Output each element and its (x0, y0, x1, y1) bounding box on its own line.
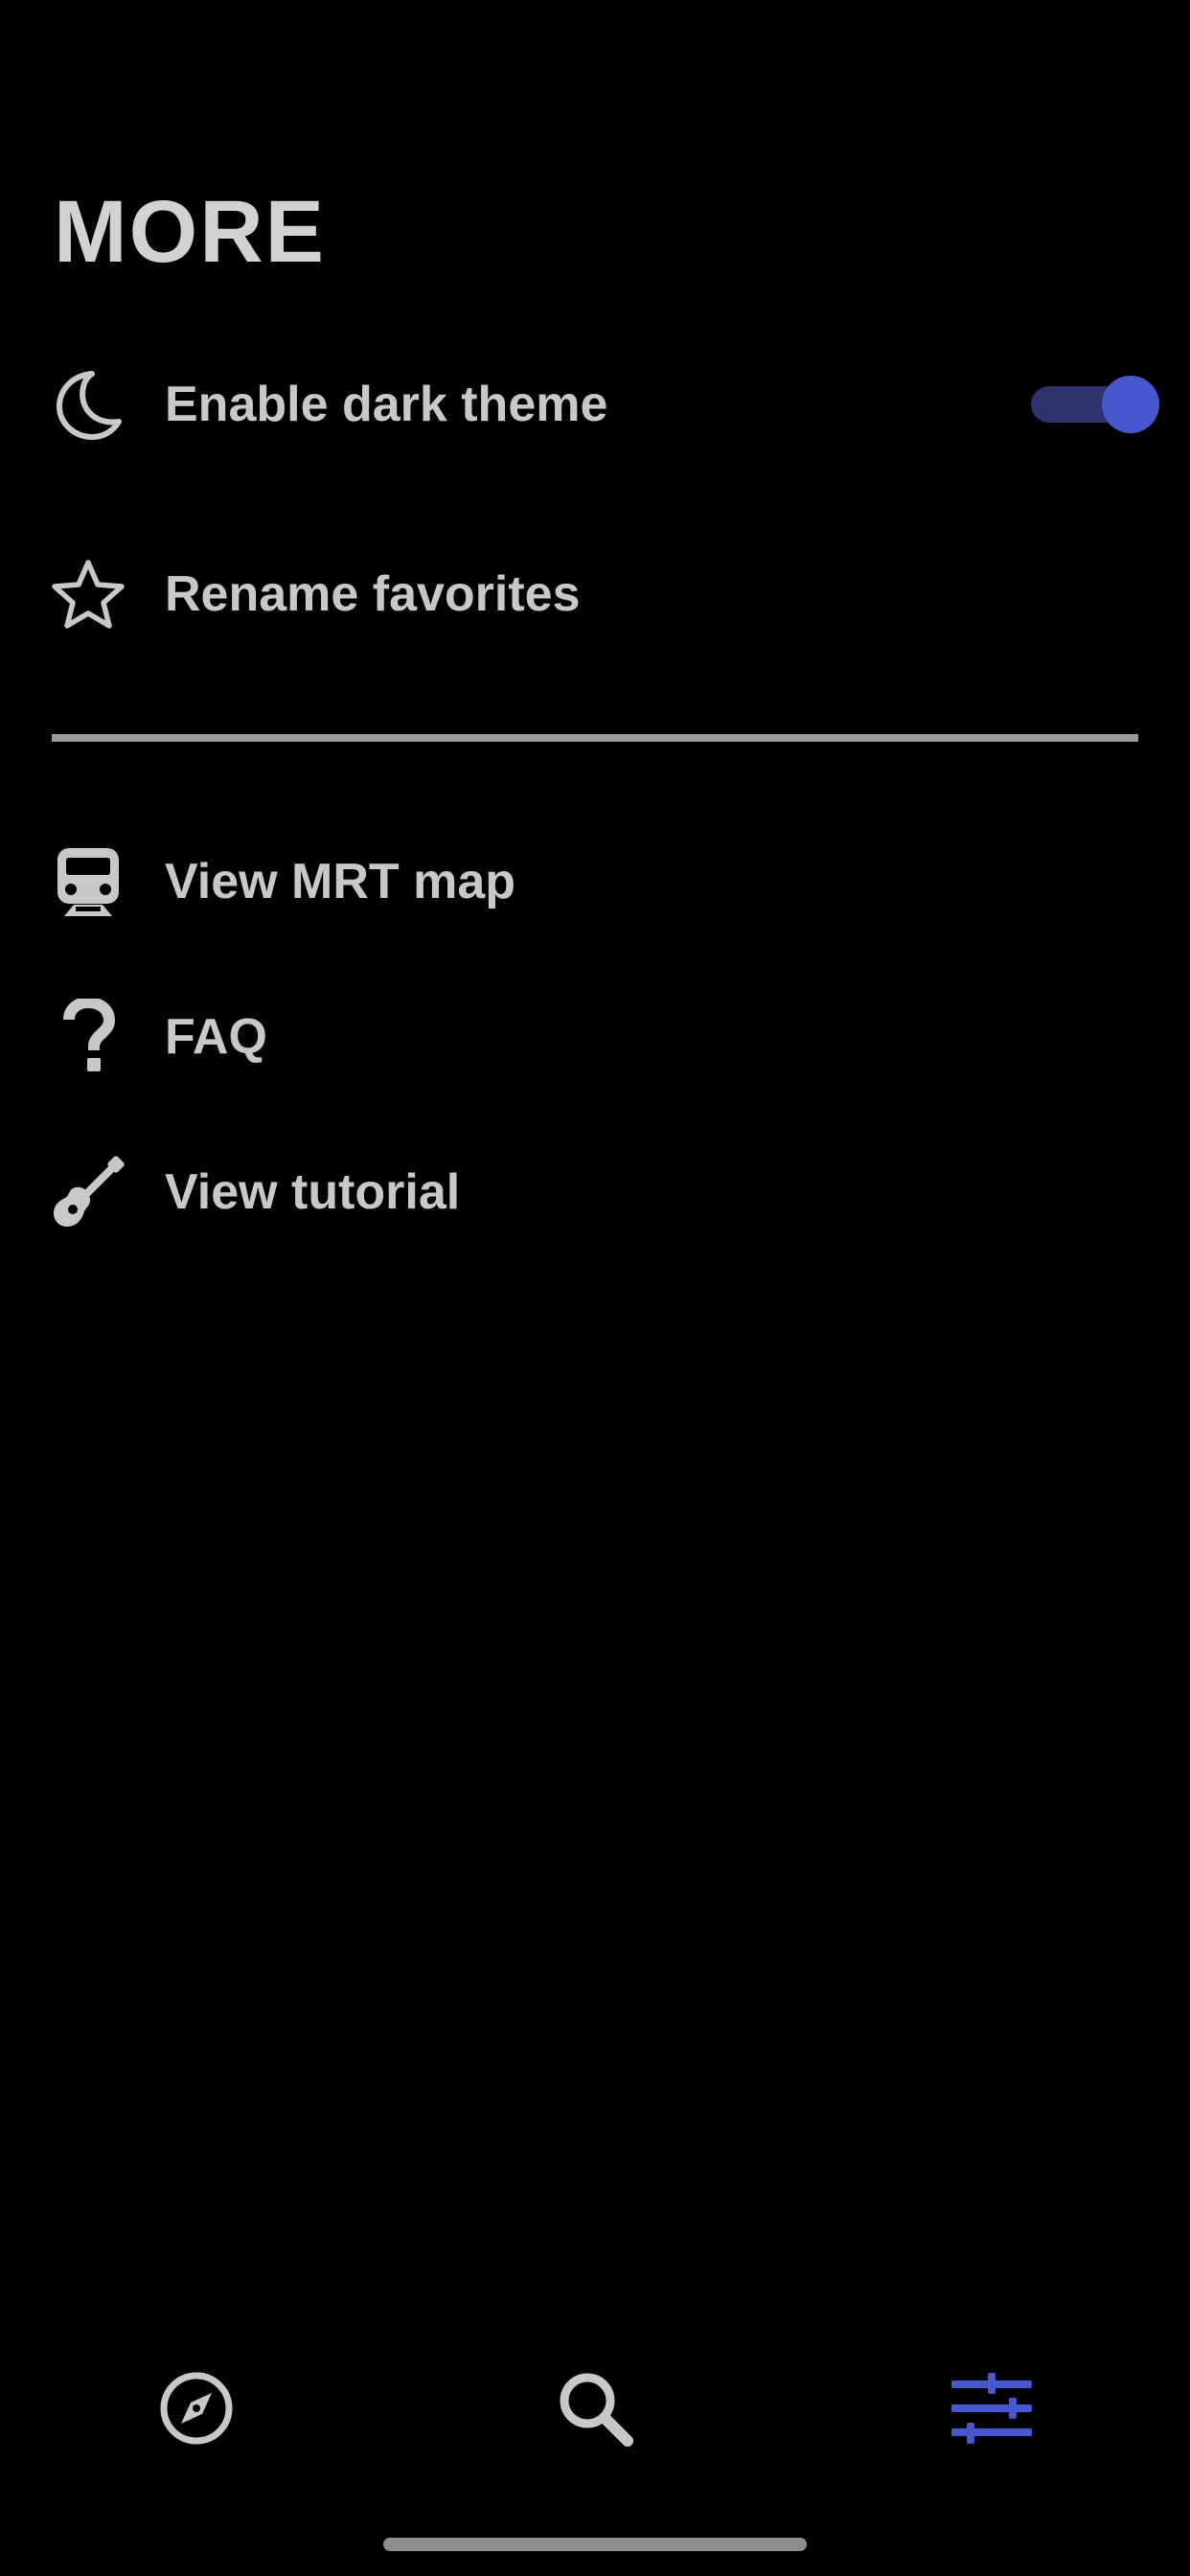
faq-label: FAQ (165, 1009, 267, 1065)
view-tutorial-label: View tutorial (165, 1164, 461, 1220)
rename-favorites-row[interactable]: Rename favorites (50, 546, 1140, 642)
train-icon (50, 843, 126, 920)
view-tutorial-row[interactable]: View tutorial (50, 1144, 1140, 1240)
tab-bar (0, 2348, 1190, 2472)
view-mrt-map-label: View MRT map (165, 854, 516, 909)
faq-row[interactable]: FAQ (50, 989, 1140, 1085)
question-icon (50, 999, 126, 1075)
toggle-knob (1102, 376, 1159, 433)
sliders-icon (950, 2372, 1034, 2449)
tab-explore[interactable] (134, 2348, 259, 2472)
star-icon (50, 556, 126, 632)
dark-theme-toggle[interactable] (1027, 356, 1161, 452)
compass-icon (158, 2370, 235, 2451)
home-indicator[interactable] (383, 2538, 807, 2551)
moon-icon (50, 366, 126, 443)
view-mrt-map-row[interactable]: View MRT map (50, 834, 1140, 930)
dark-theme-row[interactable]: Enable dark theme (50, 356, 1159, 452)
guitar-icon (50, 1154, 126, 1230)
tab-search[interactable] (533, 2348, 657, 2472)
section-divider (52, 734, 1138, 742)
rename-favorites-label: Rename favorites (165, 566, 581, 622)
tab-more[interactable] (929, 2348, 1054, 2472)
dark-theme-label: Enable dark theme (165, 377, 608, 432)
search-icon (555, 2368, 635, 2453)
page-title: MORE (54, 183, 326, 281)
